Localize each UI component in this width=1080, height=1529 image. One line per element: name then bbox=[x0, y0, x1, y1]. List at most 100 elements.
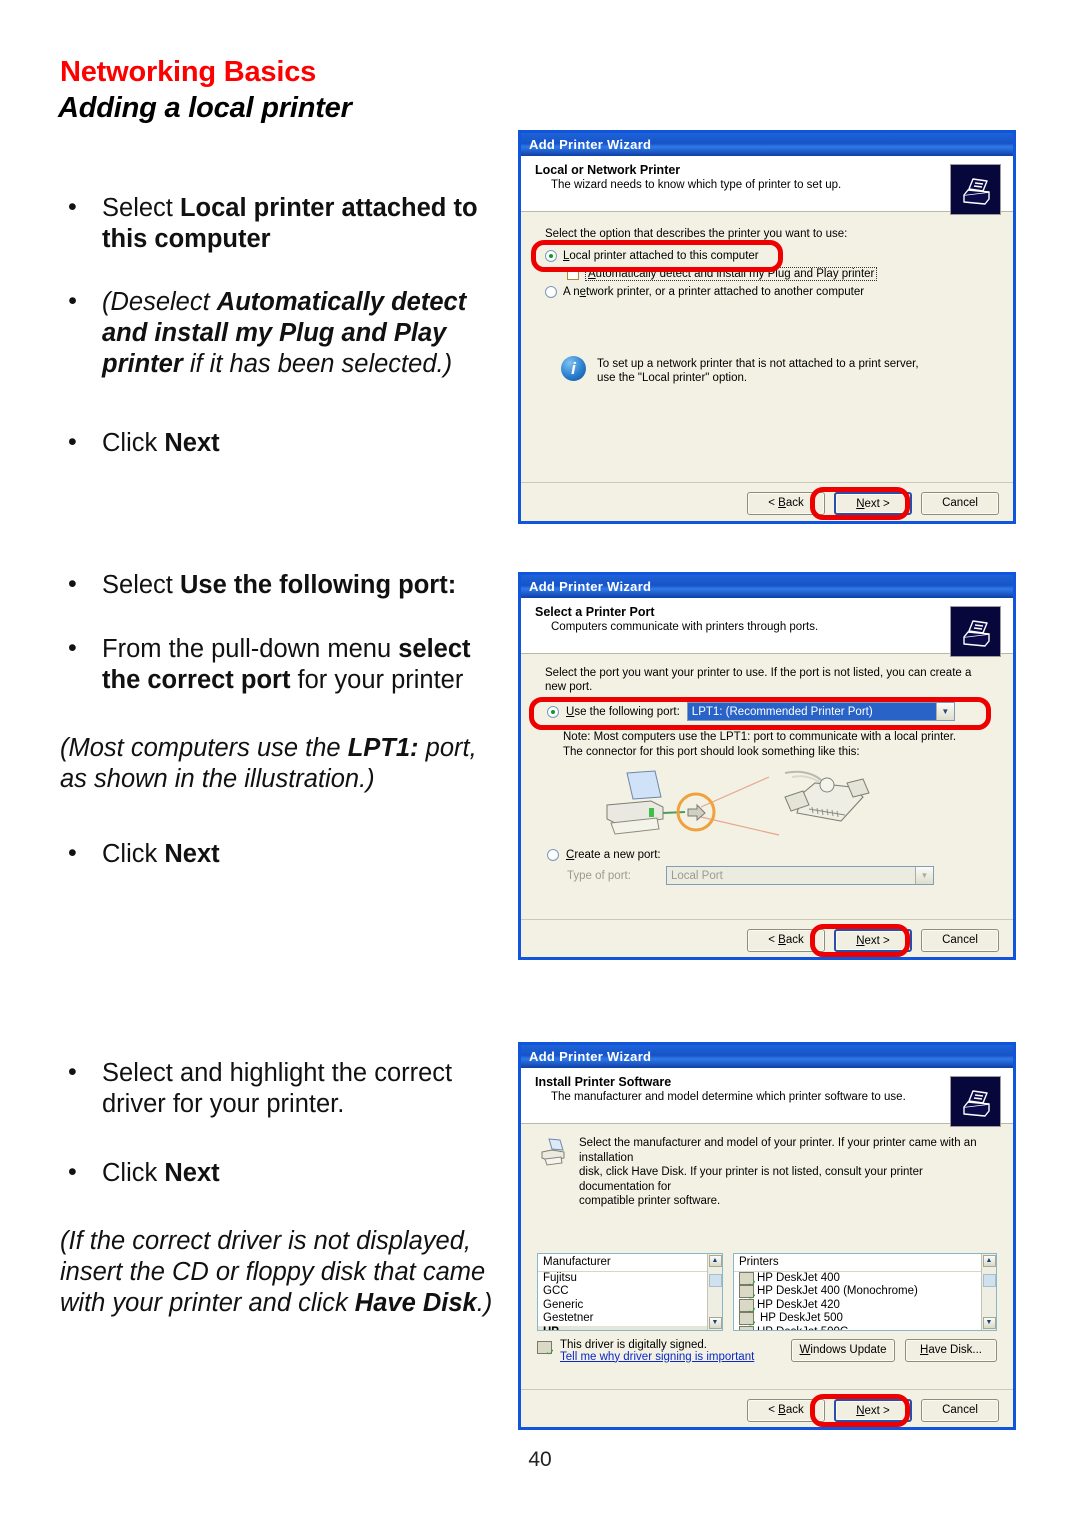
have-disk-button[interactable]: Have Disk... bbox=[905, 1338, 997, 1362]
dialog-titlebar-2: Add Printer Wizard bbox=[521, 575, 1013, 598]
instruction-click-next-3: Click Next bbox=[58, 1157, 508, 1189]
list-item[interactable]: HP DeskJet 500C bbox=[734, 1326, 981, 1330]
port-note-line1: Note: Most computers use the LPT1: port … bbox=[563, 731, 957, 743]
windows-update-button[interactable]: Windows Update bbox=[791, 1338, 895, 1362]
list-item[interactable]: GCC bbox=[538, 1285, 707, 1299]
radio-local-printer[interactable]: LLocal printer attached to this computer… bbox=[545, 250, 997, 262]
create-new-port-row[interactable]: Create a new port: bbox=[547, 849, 997, 861]
list-item[interactable]: HP DeskJet 400 (Monochrome) bbox=[734, 1285, 981, 1299]
radio-off-icon-2 bbox=[547, 849, 559, 861]
type-of-port-label: Type of port: bbox=[567, 869, 631, 882]
back-button-3[interactable]: < Back bbox=[747, 1399, 825, 1422]
chevron-down-icon[interactable]: ▼ bbox=[935, 703, 954, 720]
radio-network-printer[interactable]: A network printer, or a printer attached… bbox=[545, 286, 997, 298]
text-next-bold-3: Next bbox=[164, 1159, 220, 1187]
port-illustration bbox=[537, 763, 997, 845]
dialog-footer-2: < Back Next > Cancel bbox=[521, 919, 1013, 962]
note-have-disk: (If the correct driver is not displayed,… bbox=[60, 1226, 508, 1319]
list-item-selected-printer[interactable]: HP DeskJet 500 bbox=[734, 1312, 981, 1326]
dialog-body-3: Select the manufacturer and model of you… bbox=[521, 1124, 1013, 1389]
add-printer-wizard-local-or-network: Add Printer Wizard Local or Network Prin… bbox=[518, 130, 1016, 524]
next-button-2[interactable]: Next > bbox=[834, 929, 912, 952]
instruction-block-3: Select and highlight the correct driver … bbox=[58, 1057, 508, 1319]
text-use-port-bold: Use the following port: bbox=[179, 571, 457, 599]
port-select[interactable]: LPT1: (Recommended Printer Port) ▼ bbox=[686, 702, 955, 721]
chevron-down-icon-disabled: ▼ bbox=[915, 867, 933, 884]
install-desc-line1: Select the manufacturer and model of you… bbox=[579, 1137, 977, 1164]
prompt-line-2: new port. bbox=[545, 681, 593, 693]
manufacturer-scrollbar[interactable]: ▲ ▼ bbox=[707, 1253, 722, 1330]
signed-driver-icon bbox=[537, 1340, 552, 1354]
port-note-line2: The connector for this port should look … bbox=[563, 745, 860, 758]
port-select-value: LPT1: (Recommended Printer Port) bbox=[687, 703, 936, 720]
text-click-prefix-2: Click bbox=[102, 840, 165, 868]
next-button-3[interactable]: Next > bbox=[834, 1399, 912, 1422]
list-item[interactable]: Fujitsu bbox=[538, 1272, 707, 1286]
signed-driver-icon bbox=[739, 1325, 754, 1330]
list-item-selected-manufacturer[interactable]: HP bbox=[538, 1325, 707, 1330]
cancel-button-2[interactable]: Cancel bbox=[921, 929, 999, 952]
scroll-down-icon[interactable]: ▼ bbox=[708, 1316, 722, 1329]
driver-signed-row: This driver is digitally signed. Tell me… bbox=[537, 1338, 997, 1363]
text-next-bold-1: Next bbox=[164, 429, 220, 457]
page-number: 40 bbox=[528, 1448, 552, 1471]
text-havedisk-post: .) bbox=[476, 1289, 493, 1317]
dialog-titlebar-3: Add Printer Wizard bbox=[521, 1045, 1013, 1068]
driver-signing-link[interactable]: Tell me why driver signing is important bbox=[560, 1351, 754, 1363]
instruction-click-next-2: Click Next bbox=[58, 838, 508, 870]
text-select-prefix-2: Select bbox=[102, 571, 180, 599]
port-note: Note: Most computers use the LPT1: port … bbox=[563, 730, 997, 759]
dialog-title-text-3: Add Printer Wizard bbox=[529, 1049, 652, 1064]
type-of-port-row: Type of port: Local Port ▼ bbox=[567, 866, 997, 885]
install-description: Select the manufacturer and model of you… bbox=[539, 1136, 997, 1209]
checkbox-unchecked-icon bbox=[567, 268, 579, 280]
info-note-line2: use the "Local printer" option. bbox=[597, 372, 748, 384]
signed-driver-icon bbox=[739, 1312, 754, 1326]
note-lpt1: (Most computers use the LPT1: port, as s… bbox=[60, 733, 508, 795]
scroll-thumb[interactable] bbox=[982, 1274, 996, 1287]
text-select-prefix: Select bbox=[102, 194, 180, 222]
signed-text: This driver is digitally signed. bbox=[560, 1338, 708, 1351]
next-button-1[interactable]: Next > bbox=[834, 492, 912, 515]
type-of-port-value: Local Port bbox=[667, 867, 915, 884]
info-note-line1: To set up a network printer that is not … bbox=[597, 358, 919, 370]
add-printer-wizard-select-port: Add Printer Wizard Select a Printer Port… bbox=[518, 572, 1016, 960]
add-printer-wizard-install-software: Add Printer Wizard Install Printer Softw… bbox=[518, 1042, 1016, 1430]
list-item[interactable]: HP DeskJet 400 bbox=[734, 1272, 981, 1286]
list-item[interactable]: Generic bbox=[538, 1299, 707, 1313]
manual-page: Networking Basics Adding a local printer… bbox=[0, 0, 1080, 1529]
cancel-button-1[interactable]: Cancel bbox=[921, 492, 999, 515]
signed-driver-icon bbox=[739, 1285, 754, 1299]
page-title: Adding a local printer bbox=[58, 92, 352, 124]
manufacturer-listbox[interactable]: Manufacturer Fujitsu GCC Generic Gestetn… bbox=[537, 1252, 723, 1331]
scroll-thumb[interactable] bbox=[708, 1274, 722, 1287]
dialog-footer-1: < Back Next > Cancel bbox=[521, 482, 1013, 525]
back-button-2[interactable]: < Back bbox=[747, 929, 825, 952]
printer-wizard-icon-1 bbox=[950, 164, 1001, 215]
checkbox-autodetect[interactable]: Automatically detect and install my Plug… bbox=[567, 267, 997, 281]
printers-scrollbar[interactable]: ▲ ▼ bbox=[981, 1253, 996, 1330]
use-following-port-row[interactable]: Use the following port: LPT1: (Recommend… bbox=[547, 702, 997, 721]
dialog-heading-3: Install Printer Software bbox=[535, 1075, 672, 1089]
list-item[interactable]: HP DeskJet 420 bbox=[734, 1299, 981, 1313]
instruction-select-local-printer: Select Local printer attached to this co… bbox=[58, 192, 508, 255]
cancel-button-3[interactable]: Cancel bbox=[921, 1399, 999, 1422]
dialog-header-3: Install Printer Software The manufacture… bbox=[521, 1068, 1013, 1127]
printer-small-icon bbox=[541, 1138, 565, 1166]
printers-listbox[interactable]: Printers HP DeskJet 400 HP DeskJet 400 (… bbox=[733, 1252, 997, 1331]
list-item[interactable]: Gestetner bbox=[538, 1312, 707, 1326]
prompt-line-1: Select the port you want your printer to… bbox=[545, 667, 972, 679]
scroll-down-icon[interactable]: ▼ bbox=[982, 1316, 996, 1329]
instruction-block-1: Select Local printer attached to this co… bbox=[58, 192, 508, 459]
scroll-up-icon[interactable]: ▲ bbox=[708, 1254, 722, 1267]
printer-wizard-icon-3 bbox=[950, 1076, 1001, 1127]
dialog-body-1: Select the option that describes the pri… bbox=[521, 212, 1013, 482]
text-next-bold-2: Next bbox=[164, 840, 220, 868]
dialog-body-2: Select the port you want your printer to… bbox=[521, 654, 1013, 919]
create-new-port-label: Create a new port: bbox=[566, 849, 661, 861]
printers-header: Printers bbox=[734, 1253, 981, 1272]
back-button-1[interactable]: < Back bbox=[747, 492, 825, 515]
dialog-header-1: Local or Network Printer The wizard need… bbox=[521, 156, 1013, 215]
scroll-up-icon[interactable]: ▲ bbox=[982, 1254, 996, 1267]
text-deselect-prefix: (Deselect bbox=[102, 288, 217, 316]
